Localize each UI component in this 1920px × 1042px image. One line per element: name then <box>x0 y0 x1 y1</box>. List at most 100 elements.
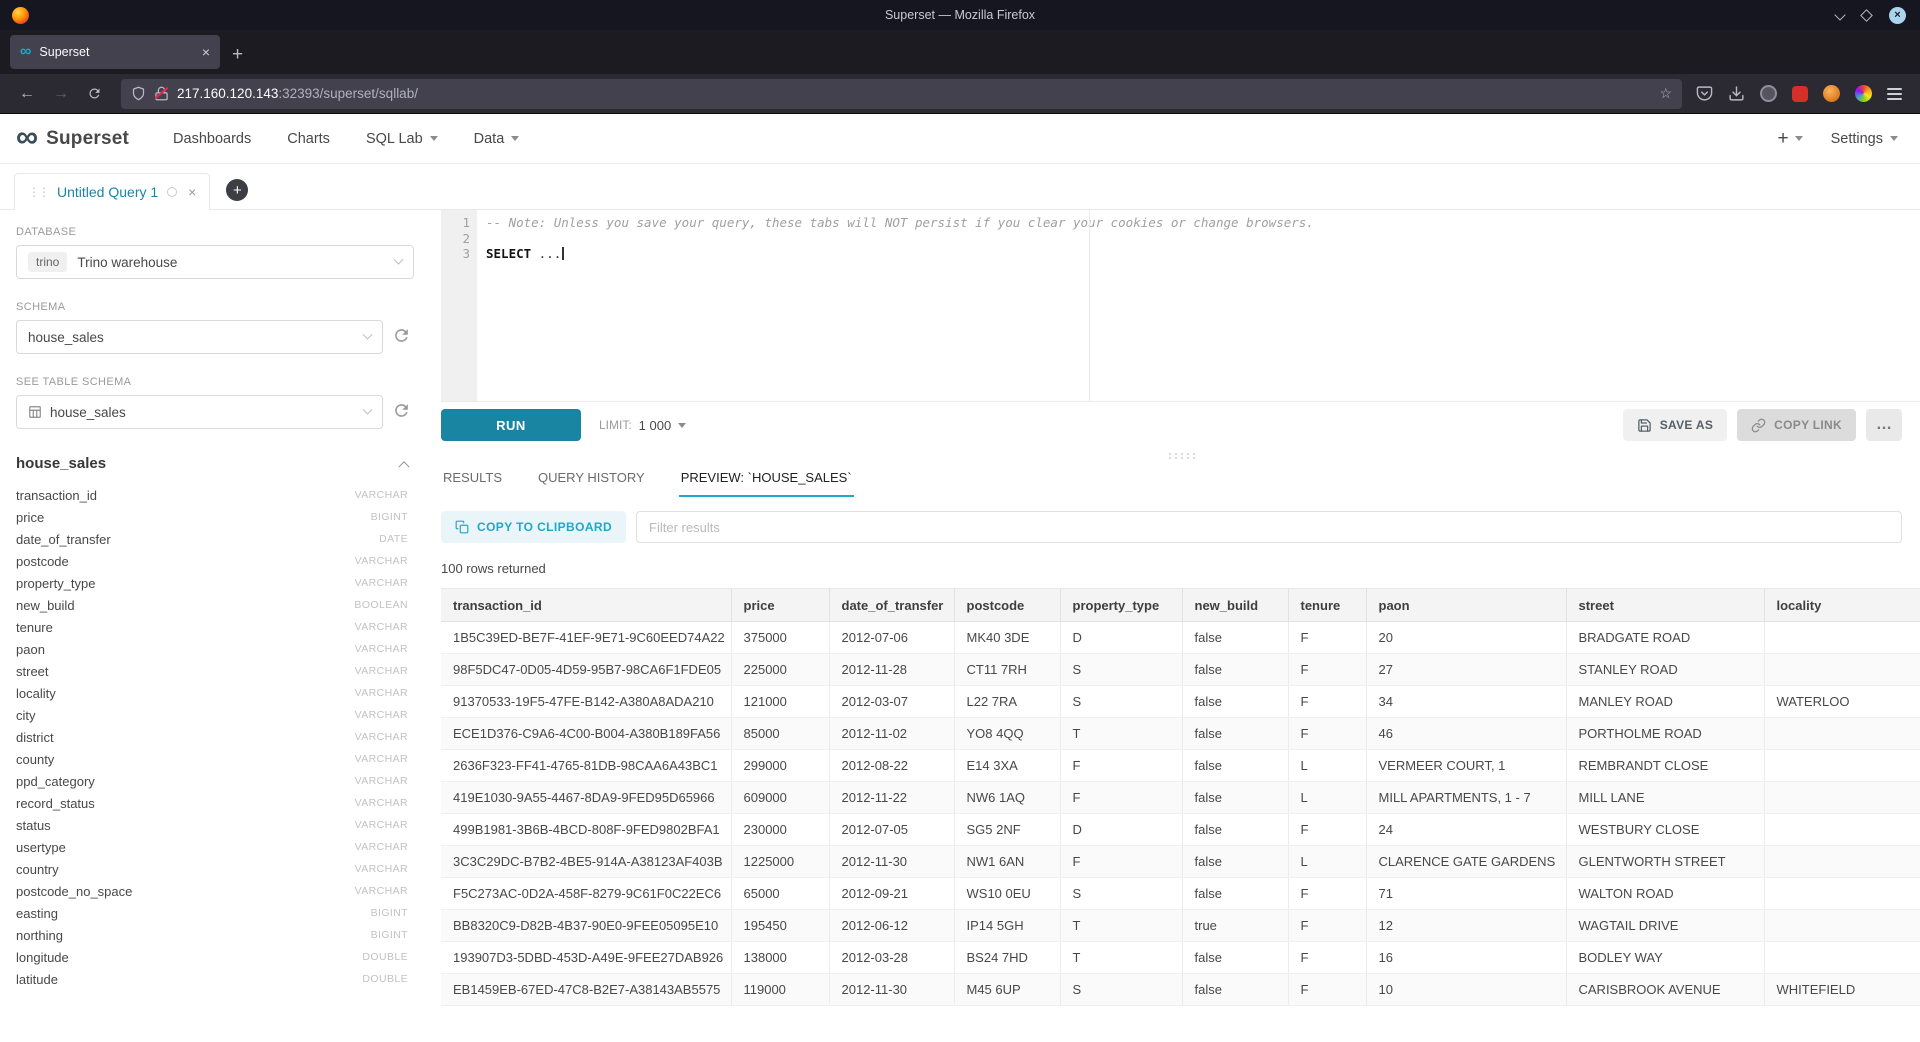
avatar-extension-icon[interactable] <box>1823 85 1840 102</box>
run-button[interactable]: RUN <box>441 409 581 441</box>
add-new-menu[interactable]: + <box>1777 128 1802 150</box>
reload-button[interactable] <box>78 86 111 101</box>
sql-statement-line: SELECT ... <box>486 246 1920 262</box>
workspace: DATABASE trino Trino warehouse SCHEMA ho… <box>0 210 1920 1042</box>
nav-item-sql-lab[interactable]: SQL Lab <box>366 131 438 147</box>
browser-tab-superset[interactable]: ∞ Superset × <box>10 35 220 69</box>
window-minimize-icon[interactable] <box>1834 9 1845 20</box>
tab-preview-house-sales[interactable]: PREVIEW: `HOUSE_SALES` <box>679 464 854 497</box>
menu-icon[interactable] <box>1887 85 1902 103</box>
cell-transaction-id: 3C3C29DC-B7B2-4BE5-914A-A38123AF403B <box>441 846 731 878</box>
tab-query-history[interactable]: QUERY HISTORY <box>536 464 647 497</box>
column-header[interactable]: street <box>1566 589 1764 622</box>
table-row: 98F5DC47-0D05-4D59-95B7-98CA6F1FDE05 225… <box>441 654 1920 686</box>
url-bar[interactable]: 217.160.120.143:32393/superset/sqllab/ ☆ <box>121 79 1682 109</box>
window-close-icon[interactable]: × <box>1889 7 1906 24</box>
cell-tenure: F <box>1288 718 1366 750</box>
print-margin-line <box>1089 210 1090 401</box>
schema-refresh-button[interactable] <box>392 326 414 348</box>
add-query-tab-button[interactable]: + <box>226 179 248 201</box>
column-name: new_build <box>16 598 75 613</box>
bookmark-star-icon[interactable]: ☆ <box>1659 85 1672 102</box>
more-options-button[interactable]: … <box>1866 409 1902 441</box>
table-name: house_sales <box>16 455 106 472</box>
column-type: DOUBLE <box>362 973 408 985</box>
column-header[interactable]: locality <box>1764 589 1920 622</box>
save-as-button[interactable]: SAVE AS <box>1623 409 1727 441</box>
cell-transaction-id: 499B1981-3B6B-4BCD-808F-9FED9802BFA1 <box>441 814 731 846</box>
table-refresh-button[interactable] <box>392 401 414 423</box>
table-panel-header[interactable]: house_sales <box>16 455 414 472</box>
browser-tab-close-icon[interactable]: × <box>202 44 210 60</box>
column-header[interactable]: transaction_id <box>441 589 731 622</box>
column-header[interactable]: date_of_transfer <box>829 589 954 622</box>
sqllab-sidebar: DATABASE trino Trino warehouse SCHEMA ho… <box>0 210 430 1042</box>
extension-badge-icon[interactable] <box>1760 85 1777 102</box>
cell-paon: 34 <box>1366 686 1566 718</box>
schema-label: SCHEMA <box>16 301 414 313</box>
sql-editor[interactable]: 123 -- Note: Unless you save your query,… <box>441 210 1920 402</box>
shield-icon[interactable] <box>131 86 146 101</box>
cell-locality <box>1764 622 1920 654</box>
nav-item-charts[interactable]: Charts <box>287 131 330 147</box>
cell-date-of-transfer: 2012-07-05 <box>829 814 954 846</box>
column-name: county <box>16 752 54 767</box>
cell-property-type: D <box>1060 814 1182 846</box>
forward-button[interactable]: → <box>44 86 78 102</box>
adblock-extension-icon[interactable] <box>1792 86 1808 102</box>
download-icon[interactable] <box>1728 85 1745 102</box>
lock-insecure-icon[interactable] <box>154 86 169 101</box>
cell-date-of-transfer: 2012-11-02 <box>829 718 954 750</box>
column-name: postcode <box>16 554 69 569</box>
column-header[interactable]: postcode <box>954 589 1060 622</box>
nav-item-data[interactable]: Data <box>474 131 520 147</box>
cell-paon: VERMEER COURT, 1 <box>1366 750 1566 782</box>
editor-code-area[interactable]: -- Note: Unless you save your query, the… <box>477 210 1920 401</box>
column-type: VARCHAR <box>355 709 408 721</box>
database-select[interactable]: trino Trino warehouse <box>16 245 414 279</box>
cell-property-type: S <box>1060 974 1182 1006</box>
drag-handle-icon[interactable] <box>1167 452 1195 459</box>
window-maximize-icon[interactable] <box>1860 9 1873 22</box>
pocket-icon[interactable] <box>1696 85 1713 102</box>
copy-link-button[interactable]: COPY LINK <box>1737 409 1856 441</box>
query-tab[interactable]: ⋮⋮ Untitled Query 1 × <box>14 173 210 210</box>
query-tab-close-icon[interactable]: × <box>188 184 196 200</box>
column-type: VARCHAR <box>355 819 408 831</box>
pinwheel-extension-icon[interactable] <box>1855 85 1872 102</box>
line-number: 2 <box>441 231 470 247</box>
tab-results[interactable]: RESULTS <box>441 464 504 497</box>
column-header[interactable]: new_build <box>1182 589 1288 622</box>
table-select[interactable]: house_sales <box>16 395 383 429</box>
filter-results-input[interactable] <box>636 511 1902 543</box>
column-name: property_type <box>16 576 96 591</box>
settings-menu[interactable]: Settings <box>1831 131 1898 147</box>
column-header[interactable]: paon <box>1366 589 1566 622</box>
copy-to-clipboard-button[interactable]: COPY TO CLIPBOARD <box>441 511 626 543</box>
column-type: BIGINT <box>371 511 408 523</box>
cell-date-of-transfer: 2012-11-28 <box>829 654 954 686</box>
limit-control[interactable]: LIMIT: 1 000 <box>599 418 686 433</box>
cell-price: 85000 <box>731 718 829 750</box>
column-header[interactable]: price <box>731 589 829 622</box>
column-header[interactable]: tenure <box>1288 589 1366 622</box>
line-number: 3 <box>441 246 470 262</box>
cell-transaction-id: 91370533-19F5-47FE-B142-A380A8ADA210 <box>441 686 731 718</box>
cell-locality <box>1764 878 1920 910</box>
collapse-chevron-icon[interactable] <box>398 461 409 472</box>
pane-splitter[interactable] <box>441 448 1920 462</box>
cell-price: 1225000 <box>731 846 829 878</box>
column-row: country VARCHAR <box>16 858 414 880</box>
cell-paon: 27 <box>1366 654 1566 686</box>
column-header[interactable]: property_type <box>1060 589 1182 622</box>
column-type: VARCHAR <box>355 863 408 875</box>
superset-brand[interactable]: ∞ Superset <box>16 125 129 152</box>
cell-tenure: F <box>1288 622 1366 654</box>
cell-tenure: F <box>1288 814 1366 846</box>
cell-property-type: S <box>1060 878 1182 910</box>
schema-select[interactable]: house_sales <box>16 320 383 354</box>
cell-postcode: E14 3XA <box>954 750 1060 782</box>
back-button[interactable]: ← <box>10 86 44 102</box>
nav-item-dashboards[interactable]: Dashboards <box>173 131 251 147</box>
new-browser-tab-button[interactable]: + <box>232 45 243 64</box>
